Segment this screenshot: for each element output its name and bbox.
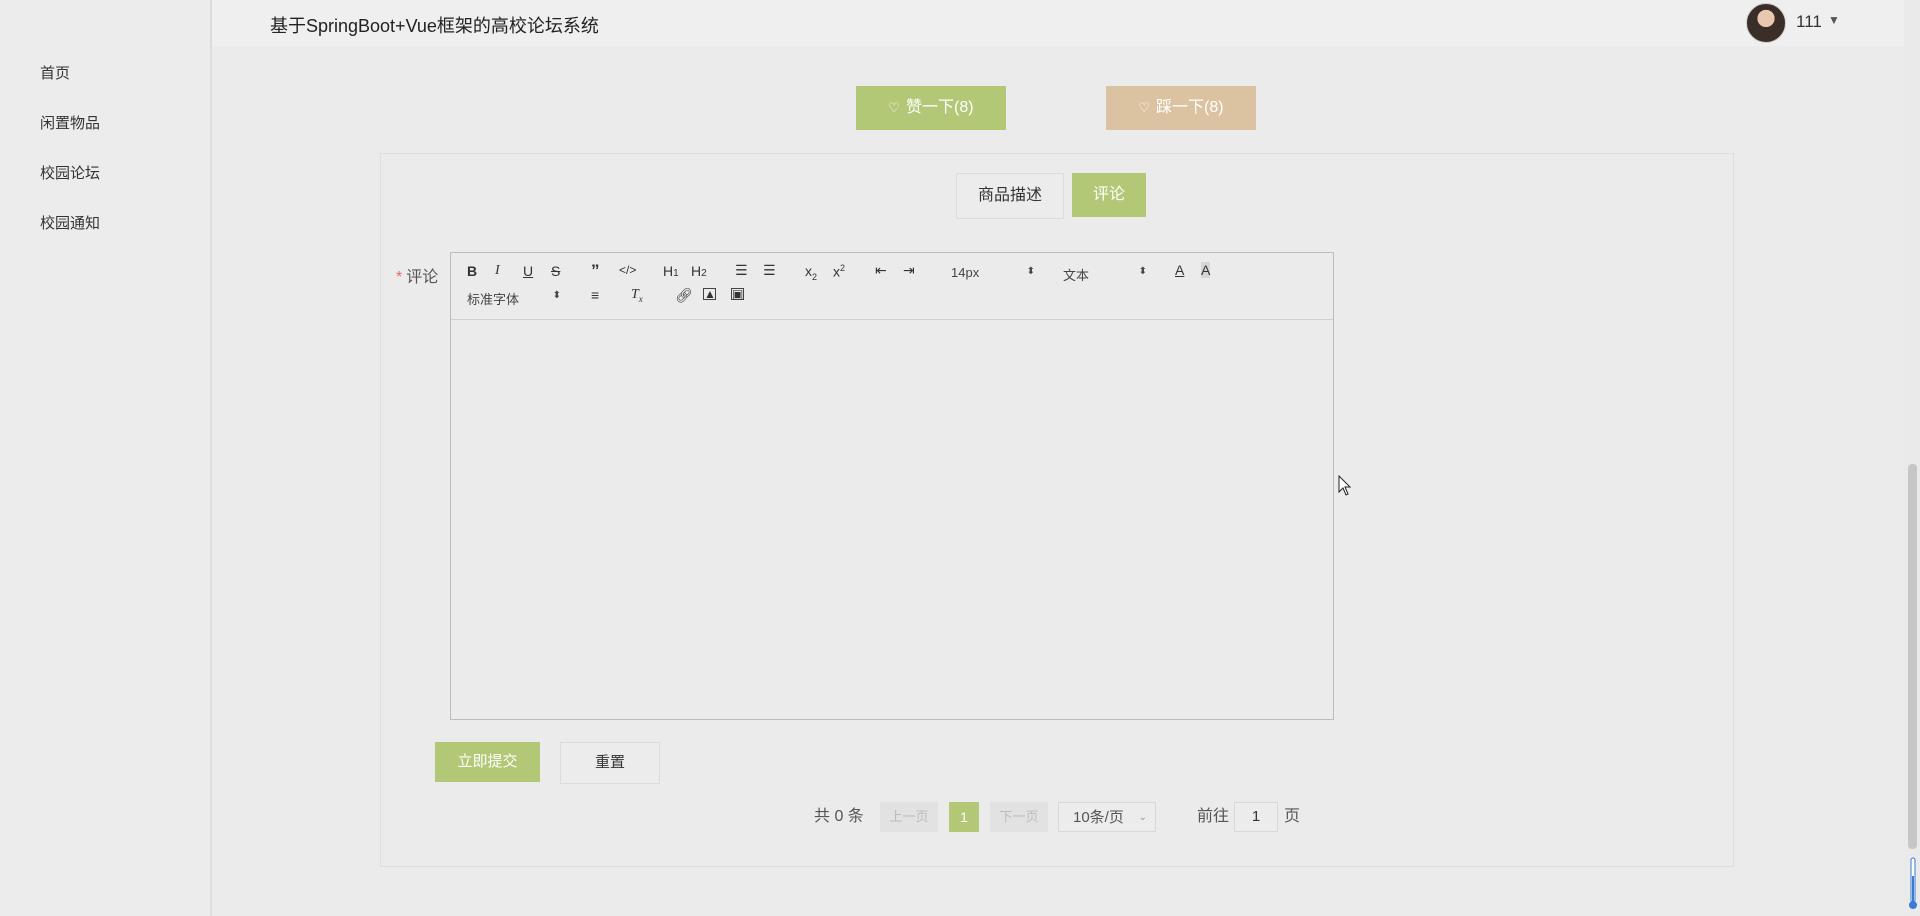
sidebar-item-home[interactable]: 首页 [40,62,70,83]
sidebar: 首页 闲置物品 校园论坛 校园通知 [0,0,212,916]
tab-comment[interactable]: 评论 [1072,173,1146,217]
dislike-button[interactable]: ♡ 踩一下(8) [1106,86,1256,130]
reset-button[interactable]: 重置 [560,742,660,784]
top-bar: 基于SpringBoot+Vue框架的高校论坛系统 111 ▼ [212,0,1904,46]
background-color-icon[interactable]: A [1201,262,1211,278]
comment-field-label: * 评论 [396,263,438,287]
pagination-total: 共 0 条 [814,808,864,825]
superscript-icon[interactable]: x2 [833,263,845,280]
goto-label: 前往 [1197,808,1230,825]
next-page-button[interactable]: 下一页 [990,802,1048,832]
select-arrow-icon: ⬍ [1026,266,1035,277]
bullet-list-icon[interactable]: ☰ [763,262,776,279]
thumb-up-icon: ♡ [888,100,901,115]
underline-icon[interactable]: U [523,263,533,279]
ordered-list-icon[interactable]: ☰ [735,262,748,279]
clear-format-icon[interactable]: Tx [631,287,643,304]
sidebar-item-campus-forum[interactable]: 校园论坛 [40,162,100,183]
like-button-label: 赞一下(8) [906,99,974,116]
font-size-select[interactable]: 14px ⬍ [951,265,1035,281]
font-family-value: 标准字体 [467,292,520,307]
select-arrow-icon: ⬍ [552,290,561,301]
code-block-icon[interactable]: </> [619,263,636,277]
paragraph-select[interactable]: 文本 ⬍ [1063,265,1147,283]
sidebar-item-campus-notice[interactable]: 校园通知 [40,212,100,233]
heading2-icon[interactable]: H2 [691,263,707,279]
username[interactable]: 111 [1796,12,1822,32]
indent-icon[interactable]: ⇥ [903,262,915,279]
page-scrollbar[interactable] [1904,0,1920,916]
mouse-cursor-icon [1338,475,1352,496]
like-button[interactable]: ♡ 赞一下(8) [856,86,1006,130]
page-size-value: 10条/页 [1073,809,1124,826]
font-family-select[interactable]: 标准字体 ⬍ [467,289,561,307]
submit-button[interactable]: 立即提交 [435,742,540,782]
font-color-icon[interactable]: A [1175,262,1184,278]
avatar[interactable] [1746,3,1786,43]
caret-down-icon[interactable]: ▼ [1828,13,1840,27]
select-arrow-icon: ⬍ [1138,266,1147,277]
goto-page-input[interactable] [1234,802,1278,832]
page-size-select[interactable]: 10条/页 ⌄ [1058,802,1156,832]
thermometer-icon [1909,857,1917,909]
chevron-down-icon: ⌄ [1138,812,1147,823]
paragraph-value: 文本 [1063,268,1090,283]
italic-icon[interactable]: I [495,263,500,279]
comment-editor: B I U S ” </> H1 H2 ☰ ☰ x2 x2 ⇤ ⇥ 14px ⬍… [450,252,1334,720]
video-icon[interactable]: ▣ [731,288,744,300]
thumb-down-icon: ♡ [1138,100,1151,115]
page-number-1[interactable]: 1 [949,802,979,832]
font-size-value: 14px [951,265,980,280]
sidebar-item-idle-goods[interactable]: 闲置物品 [40,112,100,133]
app-title: 基于SpringBoot+Vue框架的高校论坛系统 [270,16,599,36]
image-icon[interactable]: ▲ [703,288,716,300]
required-mark: * [396,269,403,286]
heading1-icon[interactable]: H1 [663,263,679,279]
tab-product-description[interactable]: 商品描述 [956,173,1064,219]
goto-suffix: 页 [1284,808,1301,825]
comment-label-text: 评论 [406,269,439,286]
align-left-icon[interactable]: ≡ [591,287,599,303]
scrollbar-thumb[interactable] [1908,464,1917,849]
editor-content-area[interactable] [451,320,1333,719]
subscript-icon[interactable]: x2 [805,263,817,282]
link-icon[interactable]: 🔗︎ [675,287,693,304]
prev-page-button[interactable]: 上一页 [880,802,938,832]
dislike-button-label: 踩一下(8) [1156,99,1224,116]
outdent-icon[interactable]: ⇤ [875,262,887,279]
editor-toolbar: B I U S ” </> H1 H2 ☰ ☰ x2 x2 ⇤ ⇥ 14px ⬍… [451,253,1333,320]
bold-icon[interactable]: B [467,263,477,279]
strikethrough-icon[interactable]: S [551,263,560,279]
blockquote-icon[interactable]: ” [591,261,600,281]
